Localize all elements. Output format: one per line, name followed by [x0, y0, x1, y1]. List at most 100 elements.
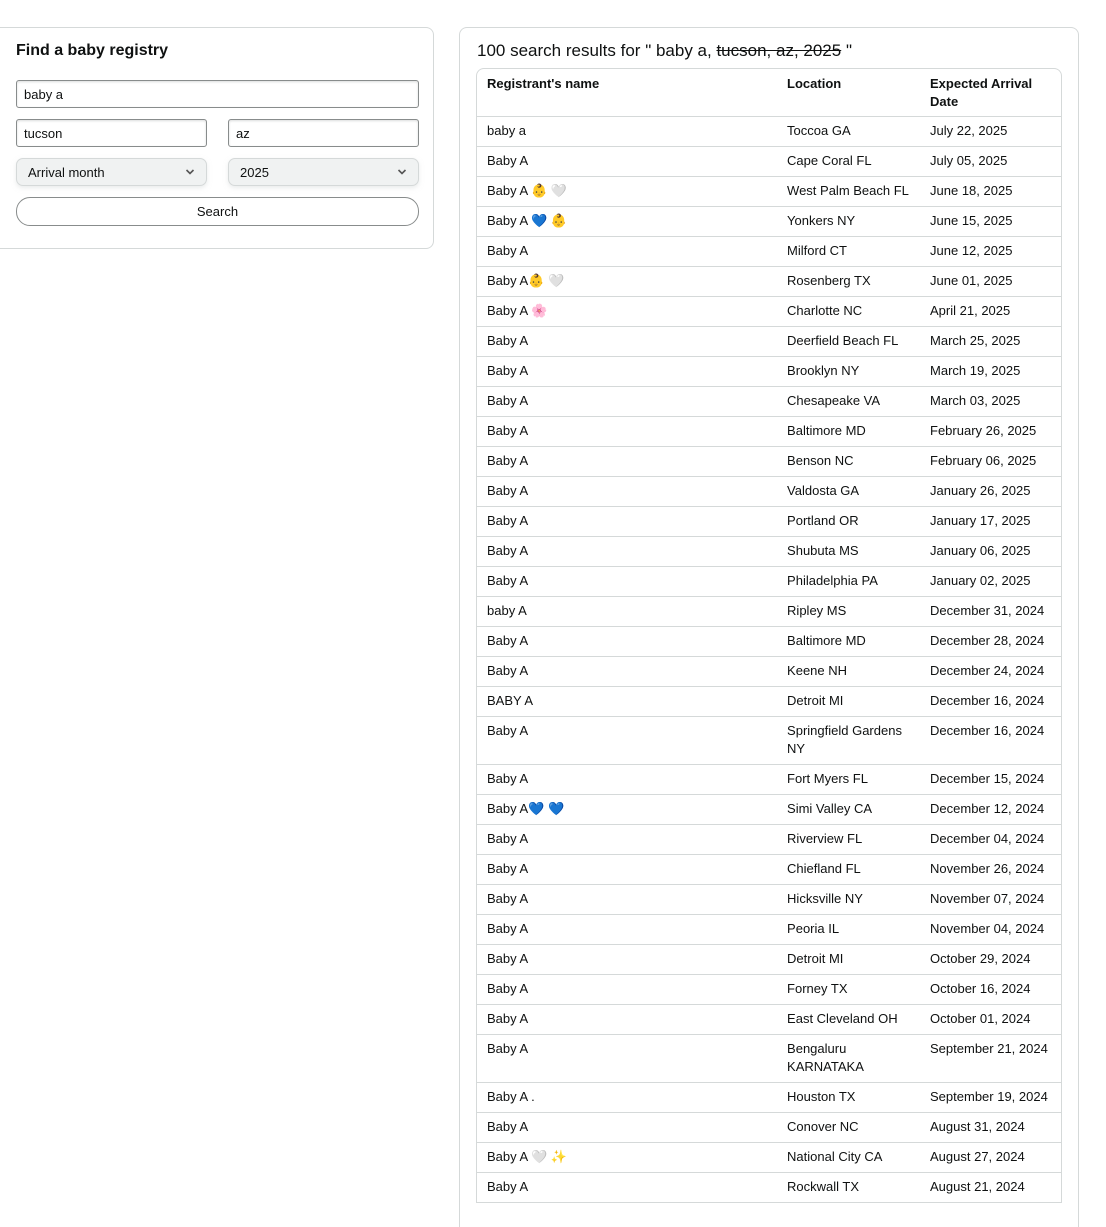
expected-arrival-date: March 19, 2025: [920, 356, 1061, 387]
table-row[interactable]: Baby A Baltimore MD February 26, 2025: [477, 416, 1061, 447]
registrant-location: Ripley MS: [777, 596, 921, 627]
registrant-location: Detroit MI: [777, 944, 921, 975]
expected-arrival-date: June 01, 2025: [920, 266, 1061, 297]
expected-arrival-date: August 21, 2024: [920, 1172, 1061, 1203]
registrant-name-input[interactable]: [16, 80, 419, 108]
arrival-year-select[interactable]: 2025: [228, 158, 419, 186]
registrant-location: Conover NC: [777, 1112, 921, 1143]
registrant-name: Baby A: [477, 446, 778, 477]
table-row[interactable]: Baby A Chesapeake VA March 03, 2025: [477, 386, 1061, 417]
table-row[interactable]: Baby A Cape Coral FL July 05, 2025: [477, 146, 1061, 177]
table-row[interactable]: Baby A Springfield Gardens NY December 16,…: [477, 716, 1061, 765]
table-row[interactable]: Baby A Peoria IL November 04, 2024: [477, 914, 1061, 945]
table-row[interactable]: Baby A Valdosta GA January 26, 2025: [477, 476, 1061, 507]
city-input[interactable]: [16, 119, 207, 147]
registrant-name: Baby A: [477, 506, 778, 537]
registrant-location: Charlotte NC: [777, 296, 921, 327]
registrant-location: Baltimore MD: [777, 416, 921, 447]
registrant-name: BABY A: [477, 686, 778, 717]
table-row[interactable]: Baby A Rockwall TX August 21, 2024: [477, 1172, 1061, 1203]
table-row[interactable]: Baby A Milford CT June 12, 2025: [477, 236, 1061, 267]
table-row[interactable]: baby A Ripley MS December 31, 2024: [477, 596, 1061, 627]
expected-arrival-date: August 31, 2024: [920, 1112, 1061, 1143]
table-row[interactable]: Baby A Brooklyn NY March 19, 2025: [477, 356, 1061, 387]
registrant-location: Milford CT: [777, 236, 921, 267]
table-row[interactable]: Baby A East Cleveland OH October 01, 2024: [477, 1004, 1061, 1035]
chevron-down-icon: [185, 169, 195, 175]
registry-search-panel: Find a baby registry Arrival month 2025 …: [0, 27, 434, 249]
column-header-name: Registrant's name: [477, 69, 778, 117]
registrant-location: Houston TX: [777, 1082, 921, 1113]
expected-arrival-date: December 28, 2024: [920, 626, 1061, 657]
table-row[interactable]: Baby A Shubuta MS January 06, 2025: [477, 536, 1061, 567]
table-row[interactable]: Baby A Forney TX October 16, 2024: [477, 974, 1061, 1005]
table-row[interactable]: Baby A Hicksville NY November 07, 2024: [477, 884, 1061, 915]
table-row[interactable]: Baby A 🌸 Charlotte NC April 21, 2025: [477, 296, 1061, 327]
registrant-name: Baby A .: [477, 1082, 778, 1113]
arrival-month-value: Arrival month: [28, 164, 105, 180]
table-row[interactable]: Baby A Philadelphia PA January 02, 2025: [477, 566, 1061, 597]
results-count-prefix: 100 search results for ": [477, 41, 656, 60]
registrant-name: Baby A: [477, 416, 778, 447]
registrant-name: Baby A: [477, 974, 778, 1005]
registrant-location: Cape Coral FL: [777, 146, 921, 177]
registrant-name: Baby A: [477, 1112, 778, 1143]
table-row[interactable]: Baby A Bengaluru KARNATAKA September 21, 2…: [477, 1034, 1061, 1083]
registrant-location: Keene NH: [777, 656, 921, 687]
table-row[interactable]: Baby A 💙 👶 Yonkers NY June 15, 2025: [477, 206, 1061, 237]
arrival-month-select[interactable]: Arrival month: [16, 158, 207, 186]
registrant-name: Baby A: [477, 656, 778, 687]
table-row[interactable]: Baby A💙 💙 Simi Valley CA December 12, 2024: [477, 794, 1061, 825]
expected-arrival-date: June 15, 2025: [920, 206, 1061, 237]
search-button[interactable]: Search: [16, 197, 419, 226]
registrant-name: Baby A: [477, 944, 778, 975]
table-row[interactable]: baby a Toccoa GA July 22, 2025: [477, 116, 1061, 147]
table-row[interactable]: Baby A Benson NC February 06, 2025: [477, 446, 1061, 477]
table-row[interactable]: Baby A 🤍 ✨ National City CA August 27, 202…: [477, 1142, 1061, 1173]
registrant-location: Chiefland FL: [777, 854, 921, 885]
registrant-name: Baby A: [477, 476, 778, 507]
registrant-location: Philadelphia PA: [777, 566, 921, 597]
expected-arrival-date: October 01, 2024: [920, 1004, 1061, 1035]
registrant-location: Forney TX: [777, 974, 921, 1005]
column-header-date: Expected Arrival Date: [920, 69, 1061, 117]
table-row[interactable]: Baby A Deerfield Beach FL March 25, 2025: [477, 326, 1061, 357]
registrant-name: Baby A: [477, 626, 778, 657]
table-row[interactable]: Baby A Conover NC August 31, 2024: [477, 1112, 1061, 1143]
registrant-location: Portland OR: [777, 506, 921, 537]
registrant-location: Peoria IL: [777, 914, 921, 945]
table-row[interactable]: Baby A👶 🤍 Rosenberg TX June 01, 2025: [477, 266, 1061, 297]
table-row[interactable]: Baby A . Houston TX September 19, 2024: [477, 1082, 1061, 1113]
registrant-name: Baby A: [477, 1034, 778, 1083]
column-header-location: Location: [777, 69, 921, 117]
table-row[interactable]: Baby A Keene NH December 24, 2024: [477, 656, 1061, 687]
expected-arrival-date: November 26, 2024: [920, 854, 1061, 885]
expected-arrival-date: April 21, 2025: [920, 296, 1061, 327]
registrant-name: Baby A 🤍 ✨: [477, 1142, 778, 1173]
registrant-location: Detroit MI: [777, 686, 921, 717]
table-row[interactable]: Baby A Chiefland FL November 26, 2024: [477, 854, 1061, 885]
expected-arrival-date: December 31, 2024: [920, 596, 1061, 627]
table-row[interactable]: Baby A Riverview FL December 04, 2024: [477, 824, 1061, 855]
table-row[interactable]: Baby A Baltimore MD December 28, 2024: [477, 626, 1061, 657]
registrant-name: baby A: [477, 596, 778, 627]
registrant-name: Baby A: [477, 884, 778, 915]
arrival-year-value: 2025: [240, 164, 269, 180]
registrant-location: Yonkers NY: [777, 206, 921, 237]
table-row[interactable]: Baby A Fort Myers FL December 15, 2024: [477, 764, 1061, 795]
table-row[interactable]: Baby A Portland OR January 17, 2025: [477, 506, 1061, 537]
registrant-name: Baby A💙 💙: [477, 794, 778, 825]
expected-arrival-date: January 02, 2025: [920, 566, 1061, 597]
expected-arrival-date: March 25, 2025: [920, 326, 1061, 357]
results-table-body: baby a Toccoa GA July 22, 2025 Baby A Cape C…: [477, 116, 1061, 1203]
state-input[interactable]: [228, 119, 419, 147]
registrant-location: Chesapeake VA: [777, 386, 921, 417]
expected-arrival-date: June 18, 2025: [920, 176, 1061, 207]
results-table: Registrant's name Location Expected Arri…: [477, 69, 1061, 1203]
table-row[interactable]: Baby A 👶 🤍 West Palm Beach FL June 18, 202…: [477, 176, 1061, 207]
table-row[interactable]: Baby A Detroit MI October 29, 2024: [477, 944, 1061, 975]
search-panel-title: Find a baby registry: [16, 42, 169, 59]
expected-arrival-date: December 15, 2024: [920, 764, 1061, 795]
table-row[interactable]: BABY A Detroit MI December 16, 2024: [477, 686, 1061, 717]
registrant-location: Hicksville NY: [777, 884, 921, 915]
